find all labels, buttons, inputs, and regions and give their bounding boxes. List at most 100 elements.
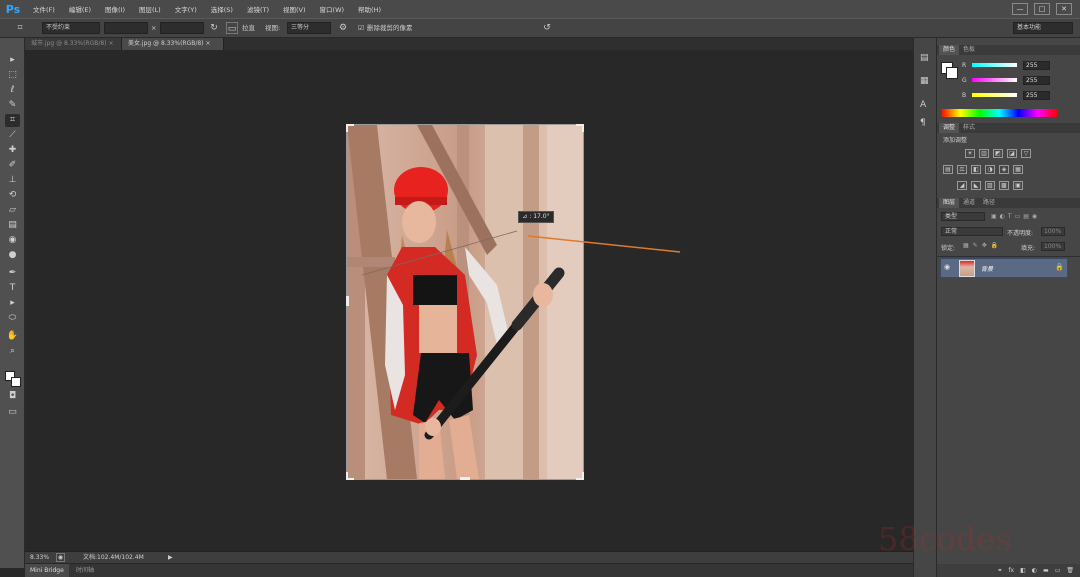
layer-kind-filter[interactable]: 类型 <box>941 212 985 221</box>
menu-image[interactable]: 图像(I) <box>98 4 132 14</box>
channel-r-slider[interactable] <box>972 63 1017 67</box>
gradient-map-icon[interactable]: ▩ <box>999 181 1009 190</box>
crop-handle-bottom-left[interactable] <box>346 472 354 480</box>
new-adjustment-icon[interactable]: ◐ <box>1032 567 1037 574</box>
eyedropper-tool-icon[interactable]: ⟋ <box>5 129 20 142</box>
close-window-button[interactable]: ✕ <box>1056 3 1072 15</box>
tab-swatches[interactable]: 色板 <box>959 45 979 55</box>
tab-styles[interactable]: 样式 <box>959 123 979 133</box>
maximize-button[interactable]: □ <box>1034 3 1050 15</box>
channel-g-slider[interactable] <box>972 78 1017 82</box>
channel-r-value[interactable]: 255 <box>1023 61 1050 70</box>
ratio-select[interactable]: 不受约束 <box>42 22 100 34</box>
brightness-contrast-icon[interactable]: ☀ <box>965 149 975 158</box>
document-image[interactable] <box>347 125 583 479</box>
layer-filter-icons[interactable]: ▣◐T▭▤◉ <box>991 212 1066 221</box>
quick-select-tool-icon[interactable]: ✎ <box>5 99 20 112</box>
lock-icons[interactable]: ▦✎✥🔒 <box>963 242 1002 249</box>
black-white-icon[interactable]: ◧ <box>971 165 981 174</box>
swap-icon[interactable]: × <box>151 22 156 34</box>
zoom-level[interactable]: 8.33% <box>30 553 49 563</box>
crop-tool-icon[interactable]: ⌗ <box>5 114 20 127</box>
curves-icon[interactable]: ◩ <box>993 149 1003 158</box>
reset-icon[interactable]: ↺ <box>541 22 553 34</box>
properties-panel-icon[interactable]: ▦ <box>920 76 929 86</box>
dodge-tool-icon[interactable]: ● <box>5 249 20 262</box>
healing-brush-tool-icon[interactable]: ✚ <box>5 144 20 157</box>
lasso-tool-icon[interactable]: ℓ <box>5 84 20 97</box>
vibrance-icon[interactable]: ▽ <box>1021 149 1031 158</box>
crop-tool-preset-icon[interactable]: ⌗ <box>14 22 26 34</box>
close-tab-icon[interactable]: × <box>108 40 113 47</box>
menu-select[interactable]: 选择(S) <box>204 4 240 14</box>
exposure-icon[interactable]: ◪ <box>1007 149 1017 158</box>
selective-color-icon[interactable]: ▣ <box>1013 181 1023 190</box>
character-panel-icon[interactable]: A <box>920 100 926 110</box>
view-overlay-select[interactable]: 三等分 <box>287 22 331 34</box>
width-input[interactable] <box>104 22 148 34</box>
tab-adjustments[interactable]: 调整 <box>939 123 960 133</box>
channel-g-value[interactable]: 255 <box>1023 76 1050 85</box>
blur-tool-icon[interactable]: ◉ <box>5 234 20 247</box>
tab-color[interactable]: 颜色 <box>939 45 960 55</box>
add-mask-icon[interactable]: ◧ <box>1020 567 1026 574</box>
menu-window[interactable]: 窗口(W) <box>313 4 352 14</box>
bg-color-chip[interactable] <box>946 67 958 79</box>
eye-icon[interactable]: ◉ <box>944 263 950 271</box>
doc-tab-city[interactable]: 城市.jpg @ 8.33%(RGB/8) × <box>25 38 122 50</box>
posterize-icon[interactable]: ◣ <box>971 181 981 190</box>
zoom-tool-icon[interactable]: ⌕ <box>5 345 20 358</box>
history-panel-icon[interactable]: ▤ <box>920 53 929 63</box>
straighten-icon[interactable]: ▭ <box>226 22 238 34</box>
fill-input[interactable]: 100% <box>1041 242 1065 251</box>
crop-handle-left[interactable] <box>346 296 349 306</box>
path-select-tool-icon[interactable]: ▸ <box>5 297 20 310</box>
tab-channels[interactable]: 通道 <box>959 198 979 208</box>
layer-row-background[interactable]: ◉ 背景 🔒 <box>940 258 1068 278</box>
menu-filter[interactable]: 滤镜(T) <box>240 4 276 14</box>
hue-saturation-icon[interactable]: ▤ <box>943 165 953 174</box>
menu-layer[interactable]: 图层(L) <box>132 4 168 14</box>
levels-icon[interactable]: ▥ <box>979 149 989 158</box>
pen-tool-icon[interactable]: ✒ <box>5 267 20 280</box>
photo-filter-icon[interactable]: ◑ <box>985 165 995 174</box>
rotate-icon[interactable]: ↻ <box>208 22 220 34</box>
tab-mini-bridge[interactable]: Mini Bridge <box>25 564 69 577</box>
marquee-tool-icon[interactable]: ⬚ <box>5 69 20 82</box>
minimize-button[interactable]: — <box>1012 3 1028 15</box>
color-balance-icon[interactable]: ⚖ <box>957 165 967 174</box>
workspace-select[interactable]: 基本功能 <box>1013 22 1073 34</box>
channel-mixer-icon[interactable]: ◈ <box>999 165 1009 174</box>
status-arrow-icon[interactable]: ▶ <box>168 553 173 563</box>
move-tool-icon[interactable]: ▸ <box>5 54 20 67</box>
gradient-tool-icon[interactable]: ▤ <box>5 219 20 232</box>
quick-mask-icon[interactable]: ◘ <box>5 390 20 403</box>
height-input[interactable] <box>160 22 204 34</box>
tab-paths[interactable]: 路径 <box>979 198 999 208</box>
menu-view[interactable]: 视图(V) <box>276 4 313 14</box>
close-tab-icon[interactable]: × <box>205 40 210 47</box>
status-menu-icon[interactable]: ◉ <box>56 553 65 562</box>
link-layers-icon[interactable]: ⚭ <box>997 567 1002 574</box>
brush-tool-icon[interactable]: ✐ <box>5 159 20 172</box>
blend-mode-select[interactable]: 正常 <box>941 227 1003 236</box>
screen-mode-icon[interactable]: ▭ <box>5 406 20 419</box>
menu-type[interactable]: 文字(Y) <box>168 4 204 14</box>
doc-tab-beauty[interactable]: 美女.jpg @ 8.33%(RGB/8) × <box>122 38 224 50</box>
clone-stamp-tool-icon[interactable]: ⊥ <box>5 174 20 187</box>
ellipse-tool-icon[interactable]: ⬭ <box>5 312 20 325</box>
threshold-icon[interactable]: ▨ <box>985 181 995 190</box>
crop-handle-top-left[interactable] <box>346 124 354 132</box>
color-lookup-icon[interactable]: ▦ <box>1013 165 1023 174</box>
delete-pixels-checkbox[interactable]: ☑ <box>355 22 367 34</box>
color-spectrum-bar[interactable] <box>941 109 1057 117</box>
history-brush-tool-icon[interactable]: ⟲ <box>5 189 20 202</box>
channel-b-slider[interactable] <box>972 93 1017 97</box>
new-group-icon[interactable]: ▬ <box>1043 567 1049 574</box>
tab-layers[interactable]: 图层 <box>939 198 960 208</box>
paragraph-panel-icon[interactable]: ¶ <box>920 118 926 128</box>
layer-style-icon[interactable]: fx <box>1008 567 1014 574</box>
hand-tool-icon[interactable]: ✋ <box>5 330 20 343</box>
gear-icon[interactable]: ⚙ <box>337 22 349 34</box>
background-color-swatch[interactable] <box>11 377 21 387</box>
